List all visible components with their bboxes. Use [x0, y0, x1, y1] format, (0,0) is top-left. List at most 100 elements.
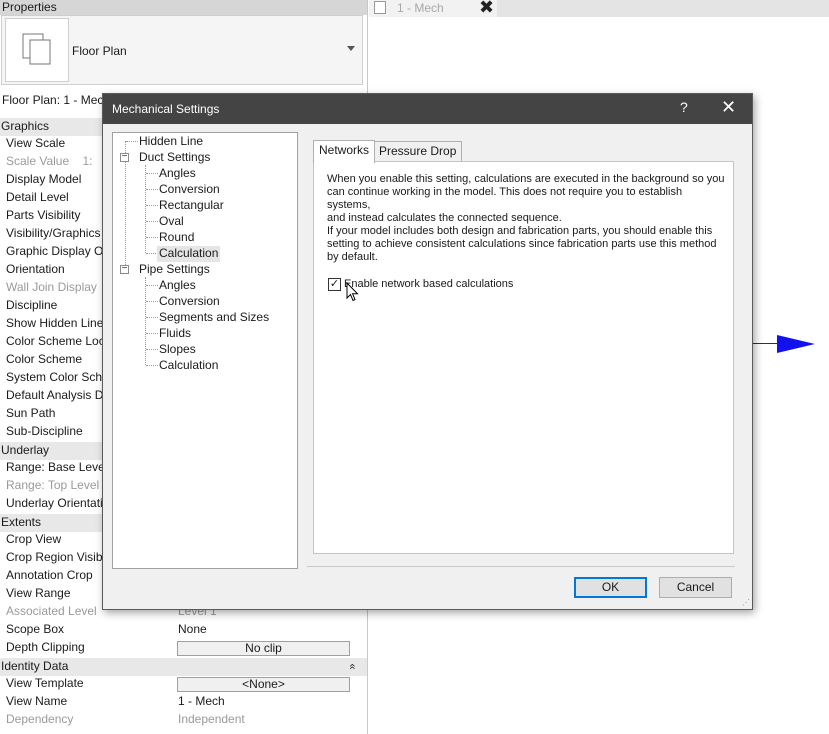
property-name: Range: Top Level	[6, 478, 100, 492]
tree-item-pipe-settings[interactable]: Pipe Settings	[139, 262, 210, 278]
tree-item-hidden-line[interactable]: Hidden Line	[139, 134, 203, 150]
property-name: Visibility/Graphics	[6, 226, 101, 240]
text-line: and instead calculates the connected seq…	[327, 212, 562, 224]
tree-item-pipe-conversion[interactable]: Conversion	[159, 294, 220, 310]
tree-connector	[146, 221, 158, 222]
property-row[interactable]: Dependency Independent	[0, 711, 367, 729]
collapse-icon[interactable]: »	[345, 663, 362, 669]
tab-pressure-drop[interactable]: Pressure Drop	[373, 141, 463, 162]
depth-clipping-button[interactable]: No clip	[177, 641, 350, 656]
collapse-toggle-icon[interactable]: −	[120, 264, 129, 274]
property-value: 1 - Mech	[178, 694, 225, 708]
collapse-toggle-icon[interactable]: −	[120, 152, 129, 162]
enable-network-calculations-checkbox[interactable]: ✓	[328, 278, 341, 291]
text-line: by default.	[327, 251, 378, 263]
property-name: Color Scheme Loc	[6, 334, 105, 348]
tree-item-duct-oval[interactable]: Oval	[159, 214, 184, 230]
property-name: Annotation Crop	[6, 568, 93, 582]
tree-connector	[145, 165, 146, 253]
group-identity-data[interactable]: Identity Data »	[0, 658, 367, 676]
tree-item-pipe-calculation[interactable]: Calculation	[159, 358, 218, 374]
dialog-title-bar[interactable]: Mechanical Settings ? ✕	[103, 94, 752, 124]
tree-item-pipe-slopes[interactable]: Slopes	[159, 342, 196, 358]
property-name: Range: Base Level	[6, 460, 108, 474]
property-name: System Color Sche	[6, 370, 109, 384]
property-name: Sub-Discipline	[6, 424, 83, 438]
group-label: Identity Data	[1, 659, 69, 673]
property-name: Depth Clipping	[6, 640, 85, 654]
tree-connector	[146, 349, 158, 350]
property-name: Scale Value 1:	[6, 154, 93, 168]
tree-connector	[146, 317, 158, 318]
enable-network-calculations-label[interactable]: Enable network based calculations	[344, 278, 513, 291]
resize-grip-icon[interactable]: ⋰	[742, 599, 750, 607]
close-icon[interactable]: ✕	[721, 97, 736, 118]
property-name: Parts Visibility	[6, 208, 81, 222]
property-name: Show Hidden Line	[6, 316, 104, 330]
close-icon[interactable]: ✖	[479, 0, 494, 18]
tree-item-pipe-angles[interactable]: Angles	[159, 278, 196, 294]
property-row[interactable]: Scope Box None	[0, 621, 367, 639]
help-icon[interactable]: ?	[680, 99, 688, 115]
properties-title: Properties	[0, 0, 367, 15]
text-line: can continue working in the model. This …	[327, 186, 683, 211]
cancel-button[interactable]: Cancel	[659, 577, 732, 598]
tree-connector	[146, 285, 158, 286]
floor-plan-type-icon	[5, 18, 69, 82]
view-tab[interactable]: 1 - Mech ✖	[369, 0, 497, 17]
view-template-button[interactable]: <None>	[177, 677, 350, 692]
property-name: Underlay Orientati	[6, 496, 103, 510]
group-label: Graphics	[1, 119, 50, 133]
type-selector[interactable]: Floor Plan	[1, 15, 363, 85]
info-paragraph-2: If your model includes both design and f…	[327, 225, 727, 264]
property-name: Detail Level	[6, 190, 69, 204]
dialog-separator	[307, 566, 735, 567]
property-name: Wall Join Display	[6, 280, 97, 294]
tree-item-duct-rectangular[interactable]: Rectangular	[159, 198, 224, 214]
property-name: Display Model	[6, 172, 82, 186]
property-row[interactable]: View Name 1 - Mech	[0, 693, 367, 711]
text-line: When you enable this setting, calculatio…	[327, 173, 725, 185]
chevron-down-icon[interactable]	[347, 46, 355, 51]
property-name: View Name	[6, 694, 68, 708]
ok-button[interactable]: OK	[574, 577, 647, 598]
tree-item-duct-round[interactable]: Round	[159, 230, 194, 246]
text-line: If your model includes both design and f…	[327, 225, 713, 237]
tree-item-duct-angles[interactable]: Angles	[159, 166, 196, 182]
type-name: Floor Plan	[72, 44, 127, 58]
group-label: Underlay	[1, 443, 50, 457]
flow-arrow-head-icon	[777, 335, 815, 353]
property-name: Dependency	[6, 712, 74, 726]
property-name: Sun Path	[6, 406, 56, 420]
property-name: Color Scheme	[6, 352, 83, 366]
tree-connector	[145, 277, 146, 365]
view-tab-label: 1 - Mech	[397, 1, 444, 15]
tree-connector	[146, 173, 158, 174]
property-name: View Template	[6, 676, 84, 690]
networks-tab-panel: When you enable this setting, calculatio…	[313, 161, 734, 554]
tab-strip	[497, 0, 829, 17]
property-name: View Scale	[6, 136, 66, 150]
property-name: Scope Box	[6, 622, 65, 636]
property-name: Orientation	[6, 262, 65, 276]
property-name: View Range	[6, 586, 71, 600]
property-name: Discipline	[6, 298, 58, 312]
tab-networks[interactable]: Networks	[313, 140, 376, 163]
view-instance-selector[interactable]: Floor Plan: 1 - Mech	[2, 93, 110, 107]
property-name: Default Analysis D	[6, 388, 104, 402]
tree-item-duct-calculation[interactable]: Calculation	[157, 246, 221, 262]
property-value: None	[178, 622, 207, 636]
tree-item-pipe-segments[interactable]: Segments and Sizes	[159, 310, 269, 326]
info-paragraph-1: When you enable this setting, calculatio…	[327, 173, 727, 225]
property-name: Crop Region Visibl	[6, 550, 106, 564]
tree-item-duct-conversion[interactable]: Conversion	[159, 182, 220, 198]
property-name: Associated Level	[6, 604, 97, 618]
property-name: Crop View	[6, 532, 62, 546]
tree-connector	[146, 205, 158, 206]
tree-item-pipe-fluids[interactable]: Fluids	[159, 326, 191, 342]
group-label: Extents	[1, 515, 42, 529]
tree-connector	[126, 141, 138, 142]
tree-item-duct-settings[interactable]: Duct Settings	[139, 150, 210, 166]
property-name: Graphic Display Op	[6, 244, 111, 258]
mouse-cursor-icon	[346, 282, 359, 302]
